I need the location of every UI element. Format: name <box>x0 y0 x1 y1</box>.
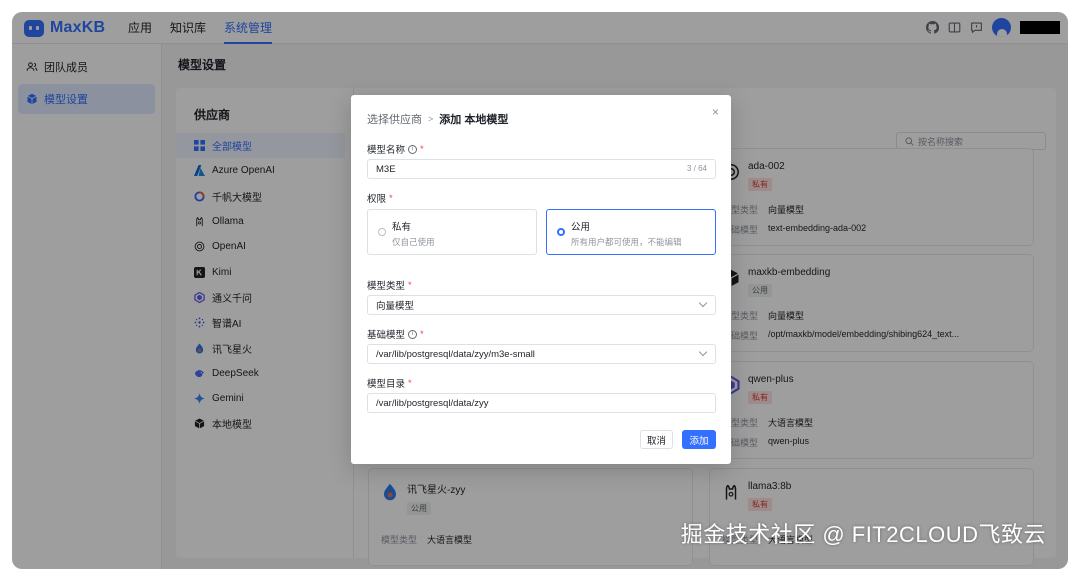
required-mark: * <box>420 143 424 155</box>
model-name-input[interactable]: M3E 3 / 64 <box>367 159 716 179</box>
required-mark: * <box>408 279 412 291</box>
breadcrumb-select-provider[interactable]: 选择供应商 <box>367 111 422 127</box>
label-text: 模型类型 <box>367 281 406 292</box>
info-icon[interactable]: i <box>408 329 418 339</box>
option-desc: 仅自己使用 <box>392 237 435 247</box>
chevron-down-icon <box>698 347 708 357</box>
permission-option-private[interactable]: 私有 仅自己使用 <box>367 209 537 255</box>
radio-icon <box>378 228 386 236</box>
model-type-select[interactable]: 向量模型 <box>367 295 716 315</box>
add-model-dialog: × 选择供应商 > 添加 本地模型 模型名称 i * M3E 3 / 64 权限… <box>351 95 731 464</box>
model-dir-label: 模型目录 * <box>367 376 412 391</box>
option-title: 私有 <box>392 222 412 233</box>
label-text: 模型名称 <box>367 145 406 156</box>
add-button[interactable]: 添加 <box>682 430 716 449</box>
chevron-down-icon <box>698 298 708 308</box>
dialog-title: 添加 本地模型 <box>439 114 509 126</box>
required-mark: * <box>420 328 424 340</box>
option-title: 公用 <box>571 222 591 233</box>
select-value: 向量模型 <box>376 301 415 312</box>
app-window: MaxKB 应用 知识库 系统管理 团队成员 模型设置 模型设置 供应商 全部模… <box>12 12 1068 569</box>
base-model-select[interactable]: /var/lib/postgresql/data/zyy/m3e-small <box>367 344 716 364</box>
info-icon[interactable]: i <box>408 144 418 154</box>
close-icon[interactable]: × <box>712 105 719 119</box>
required-mark: * <box>389 192 393 204</box>
required-mark: * <box>408 377 412 389</box>
cancel-button[interactable]: 取消 <box>640 430 673 449</box>
radio-selected-icon <box>557 228 565 236</box>
input-value: M3E <box>376 163 396 175</box>
breadcrumb-separator: > <box>428 114 434 124</box>
watermark: 掘金技术社区 @ FIT2CLOUD飞致云 <box>680 522 1046 547</box>
char-counter: 3 / 64 <box>686 164 707 173</box>
dialog-breadcrumb: 选择供应商 > 添加 本地模型 <box>367 111 508 127</box>
label-text: 基础模型 <box>367 330 406 341</box>
label-text: 权限 <box>367 194 387 205</box>
option-desc: 所有用户都可使用，不能编辑 <box>571 237 682 247</box>
base-model-label: 基础模型 i * <box>367 327 424 342</box>
permission-option-public[interactable]: 公用 所有用户都可使用，不能编辑 <box>546 209 716 255</box>
model-dir-input[interactable]: /var/lib/postgresql/data/zyy <box>367 393 716 413</box>
model-type-label: 模型类型 * <box>367 278 412 293</box>
label-text: 模型目录 <box>367 379 406 390</box>
model-name-label: 模型名称 i * <box>367 142 424 157</box>
select-value: /var/lib/postgresql/data/zyy/m3e-small <box>376 348 535 360</box>
input-value: /var/lib/postgresql/data/zyy <box>376 397 489 409</box>
permission-label: 权限 * <box>367 191 393 206</box>
